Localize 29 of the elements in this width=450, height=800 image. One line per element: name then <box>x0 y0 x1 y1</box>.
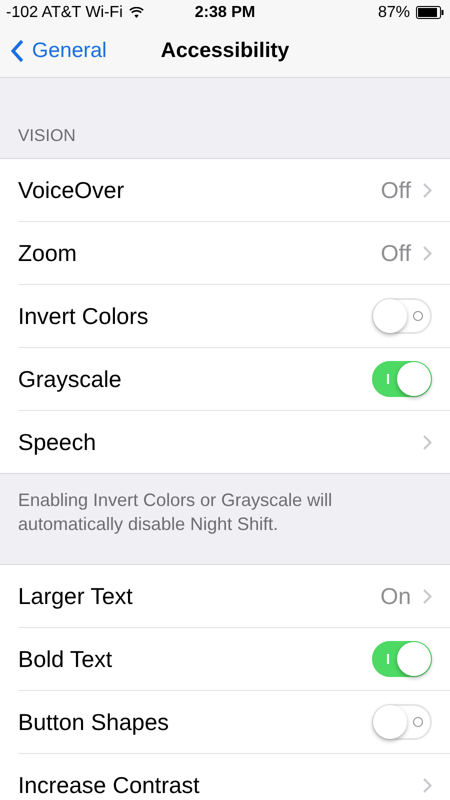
wifi-icon <box>128 7 144 18</box>
row-value: Off <box>380 176 411 204</box>
row-label: VoiceOver <box>18 176 124 204</box>
row-label: Increase Contrast <box>18 772 200 798</box>
row-label: Grayscale <box>18 366 122 392</box>
screen-title: Accessibility <box>160 39 290 63</box>
section-header: VISION <box>18 126 76 146</box>
battery-percent: 87% <box>378 4 410 22</box>
chevron-icon <box>423 246 432 260</box>
carrier-text: -102 AT&T Wi-Fi <box>6 4 123 22</box>
toggle-switch[interactable] <box>372 641 432 677</box>
back-chevron-icon <box>10 39 24 63</box>
row-value: On <box>380 582 411 610</box>
row-label: Speech <box>18 428 96 456</box>
row-label: Button Shapes <box>18 708 169 736</box>
section-footer-text: Enabling Invert Colors or Grayscale will automatically disable Night Shift. <box>18 489 334 536</box>
toggle-switch[interactable] <box>372 361 432 397</box>
chevron-icon <box>423 434 432 450</box>
row-label: Zoom <box>18 240 77 266</box>
chevron-icon <box>423 182 432 198</box>
row-label: Invert Colors <box>18 302 148 330</box>
back-button[interactable]: General <box>0 39 107 63</box>
row-label: Bold Text <box>18 646 112 672</box>
battery-icon <box>416 6 444 19</box>
row-value: Off <box>380 240 411 266</box>
clock-text: 2:38 PM <box>194 4 256 22</box>
chevron-icon <box>423 778 432 792</box>
row-label: Larger Text <box>18 582 133 610</box>
chevron-icon <box>423 588 432 604</box>
